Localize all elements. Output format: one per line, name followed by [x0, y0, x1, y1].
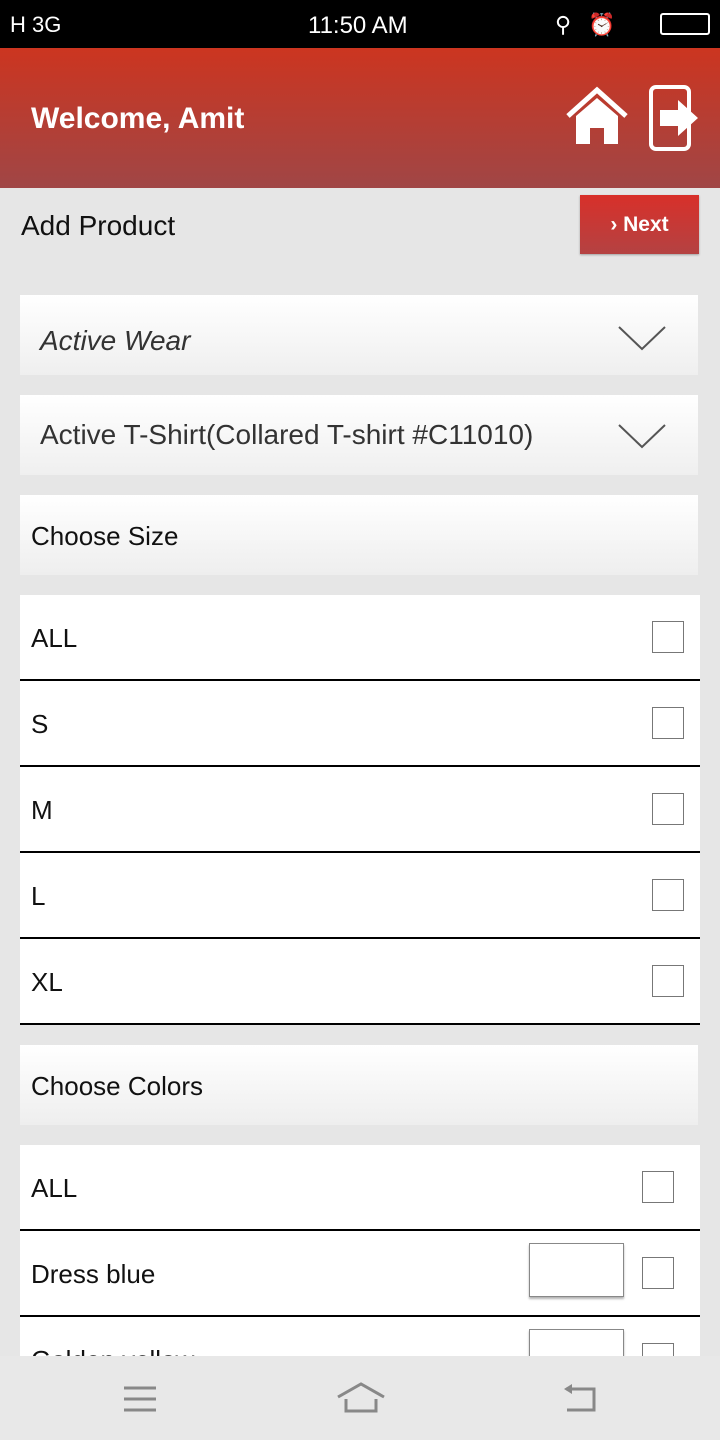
chevron-down-icon [618, 424, 666, 449]
home-icon[interactable] [566, 86, 628, 148]
app-header: Welcome, Amit [0, 48, 720, 188]
chevron-down-icon [618, 326, 666, 351]
color-label: Golden yellow [31, 1345, 194, 1356]
welcome-title: Welcome, Amit [31, 102, 245, 135]
size-label: S [31, 709, 49, 739]
product-dropdown[interactable]: Active T-Shirt(Collared T-shirt #C11010) [20, 395, 698, 475]
color-row-all[interactable]: ALL [20, 1145, 700, 1231]
color-checkbox[interactable] [642, 1343, 674, 1356]
color-label: Dress blue [31, 1259, 156, 1289]
next-label: Next [623, 212, 669, 236]
color-row-golden-yellow[interactable]: Golden yellow [20, 1317, 700, 1356]
back-icon[interactable] [562, 1383, 598, 1413]
size-row-s[interactable]: S [20, 681, 700, 767]
color-label: ALL [31, 1173, 78, 1203]
next-button[interactable]: › Next [580, 195, 699, 254]
size-row-l[interactable]: L [20, 853, 700, 939]
color-checkbox[interactable] [642, 1257, 674, 1289]
color-swatch [529, 1243, 624, 1297]
location-icon: ⚲ [555, 12, 572, 37]
size-checkbox[interactable] [652, 879, 684, 911]
size-row-m[interactable]: M [20, 767, 700, 853]
color-swatch [529, 1329, 624, 1356]
size-checkbox[interactable] [652, 965, 684, 997]
choose-colors-header: Choose Colors [20, 1045, 698, 1125]
size-checkbox[interactable] [652, 621, 684, 653]
content: Add Product › Next Active Wear Active T-… [0, 188, 720, 1356]
signal-indicators: H 3G [10, 12, 62, 37]
battery-icon [660, 13, 710, 35]
logout-icon[interactable] [648, 84, 700, 152]
category-value: Active Wear [40, 325, 191, 356]
product-value: Active T-Shirt(Collared T-shirt #C11010) [40, 419, 534, 450]
menu-icon[interactable] [122, 1385, 158, 1413]
system-nav-bar [0, 1356, 720, 1440]
size-label: L [31, 881, 46, 911]
size-checkbox[interactable] [652, 793, 684, 825]
choose-size-header: Choose Size [20, 495, 698, 575]
size-row-all[interactable]: ALL [20, 595, 700, 681]
status-bar: H 3G 11:50 AM ⚲ ⏰ [0, 0, 720, 48]
color-list: ALL Dress blue Golden yellow [20, 1145, 700, 1356]
size-list: ALL S M L XL [20, 595, 700, 1025]
size-label: XL [31, 967, 63, 997]
category-dropdown[interactable]: Active Wear [20, 295, 698, 375]
size-label: ALL [31, 623, 78, 653]
color-row-dress-blue[interactable]: Dress blue [20, 1231, 700, 1317]
size-row-xl[interactable]: XL [20, 939, 700, 1025]
size-label: M [31, 795, 53, 825]
size-checkbox[interactable] [652, 707, 684, 739]
alarm-icon: ⏰ [588, 12, 616, 37]
clock: 11:50 AM [308, 12, 408, 39]
color-checkbox[interactable] [642, 1171, 674, 1203]
page-title: Add Product [21, 210, 176, 241]
home-nav-icon[interactable] [336, 1381, 386, 1415]
